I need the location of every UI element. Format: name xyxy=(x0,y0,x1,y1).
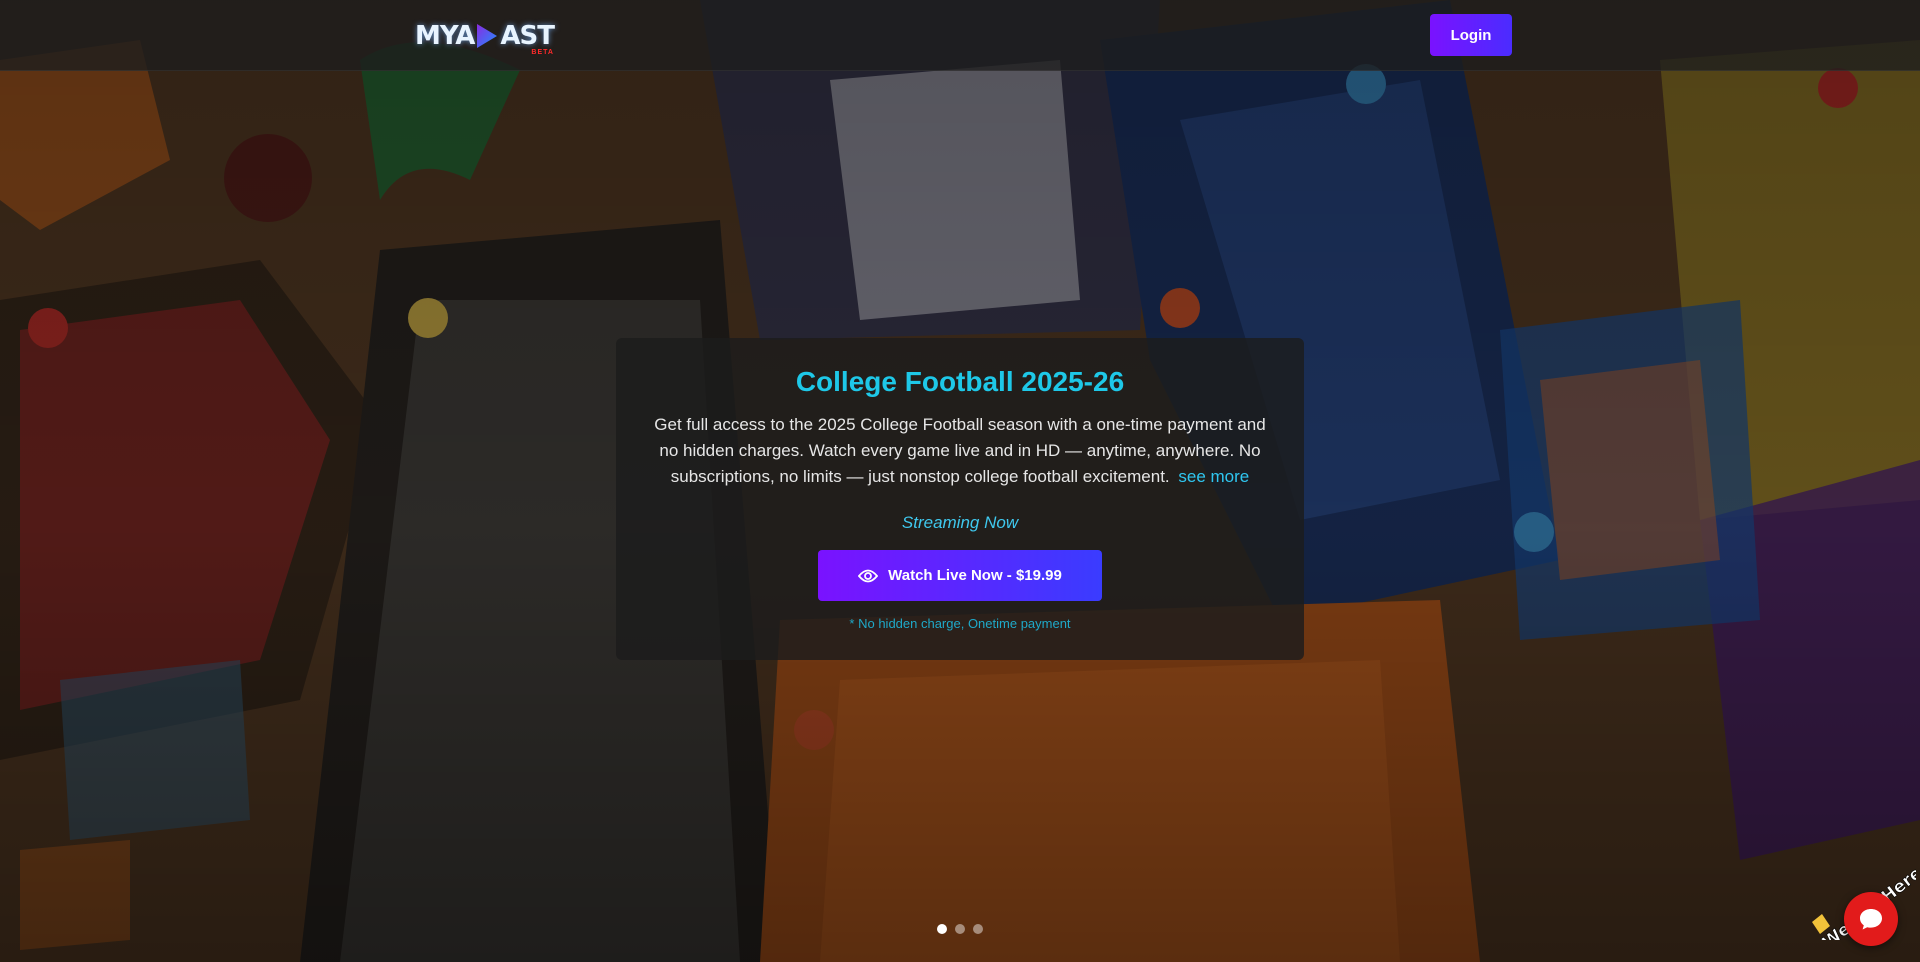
carousel-dot-2[interactable] xyxy=(955,924,965,934)
beta-badge: BETA xyxy=(531,49,554,56)
carousel-pagination xyxy=(937,924,983,934)
payment-note: * No hidden charge, Onetime payment xyxy=(849,616,1071,631)
login-button[interactable]: Login xyxy=(1430,14,1512,56)
see-more-link[interactable]: see more xyxy=(1178,467,1249,486)
watch-live-label: Watch Live Now - $19.99 xyxy=(888,567,1062,584)
hero-title: College Football 2025-26 xyxy=(795,366,1125,397)
eye-icon xyxy=(858,569,879,582)
hero-description-text: Get full access to the 2025 College Foot… xyxy=(654,415,1266,486)
streaming-status: Streaming Now xyxy=(901,513,1019,532)
carousel-dot-1[interactable] xyxy=(937,924,947,934)
carousel-dot-3[interactable] xyxy=(973,924,983,934)
logo-text-left: MYA xyxy=(415,21,475,51)
watch-live-button[interactable]: Watch Live Now - $19.99 xyxy=(818,550,1102,601)
site-header: MYA AST BETA Login xyxy=(0,0,1920,71)
chat-open-button[interactable] xyxy=(1844,892,1898,946)
logo-text-right: AST xyxy=(500,21,555,51)
chat-bubble-icon xyxy=(1860,909,1882,930)
hero-panel: College Football 2025-26 Get full access… xyxy=(616,338,1304,660)
play-icon xyxy=(477,24,498,48)
myacast-logo[interactable]: MYA AST BETA xyxy=(415,18,555,56)
hero-description: Get full access to the 2025 College Foot… xyxy=(654,412,1266,490)
